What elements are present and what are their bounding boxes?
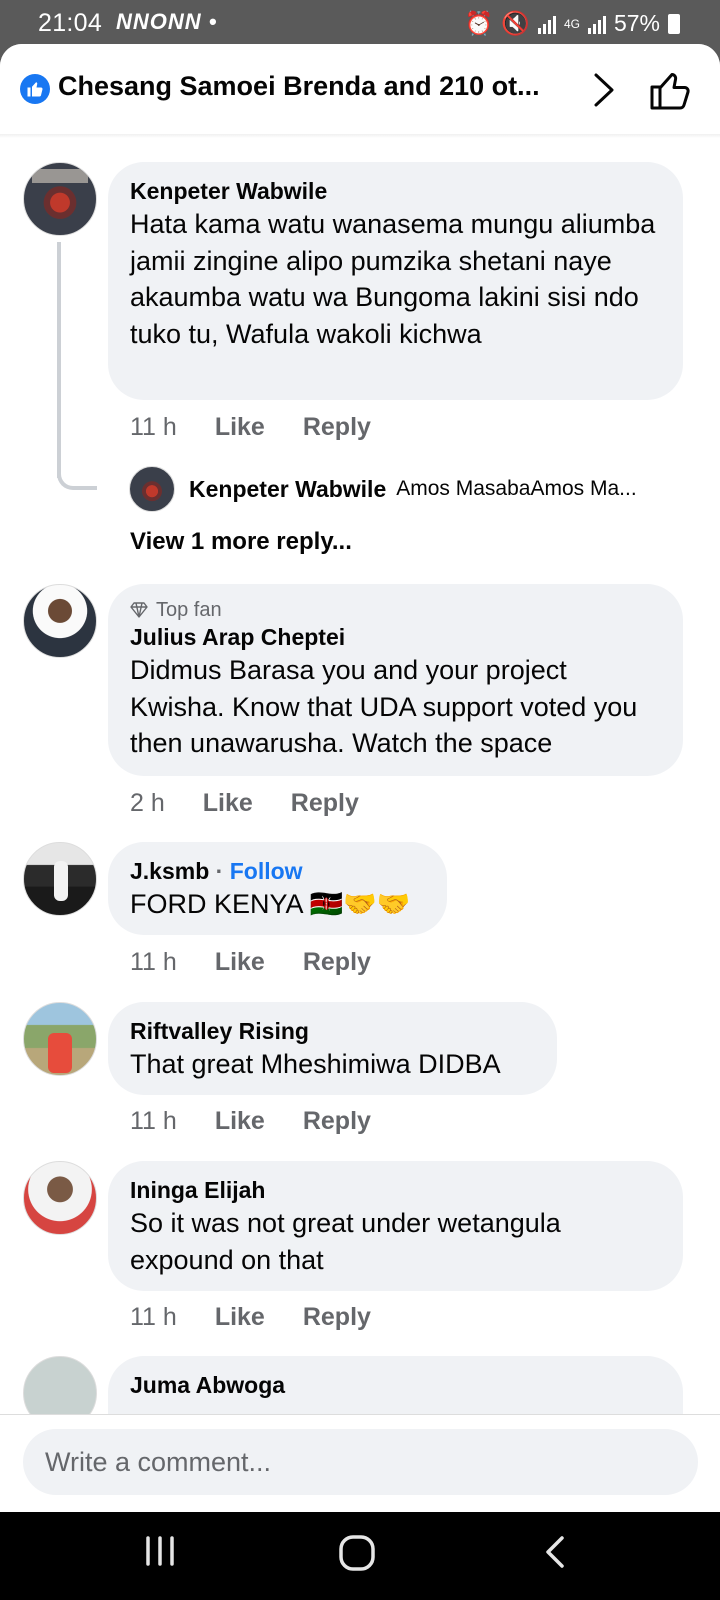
- mute-icon: 🔇: [501, 10, 530, 36]
- reactions-summary[interactable]: Chesang Samoei Brenda and 210 ot...: [58, 71, 568, 102]
- like-reaction-icon: [20, 74, 50, 104]
- comment-actions: 11 h Like Reply: [130, 1303, 409, 1332]
- signal-icon: [537, 14, 556, 34]
- back-icon[interactable]: [542, 1534, 568, 1575]
- reply-text-preview: Amos MasabaAmos Ma...: [396, 477, 637, 500]
- notification-icons: NNONN •: [116, 9, 218, 34]
- commenter-name[interactable]: Kenpeter Wabwile: [130, 176, 661, 206]
- comment-text: Didmus Barasa you and your project Kwish…: [130, 655, 638, 758]
- thread-connector: [57, 444, 97, 490]
- comment-actions: 11 h Like Reply: [130, 413, 409, 442]
- comment-text: FORD KENYA 🇰🇪🤝🤝: [130, 889, 411, 919]
- comment-bubble[interactable]: Kenpeter Wabwile Hata kama watu wanasema…: [108, 162, 683, 400]
- status-time: 21:04: [38, 9, 103, 37]
- reply-link[interactable]: Reply: [303, 1303, 371, 1332]
- like-link[interactable]: Like: [215, 413, 265, 442]
- alarm-icon: ⏰: [464, 10, 494, 36]
- comment-bubble[interactable]: Ininga Elijah So it was not great under …: [108, 1161, 683, 1291]
- comment-time[interactable]: 11 h: [130, 1107, 177, 1136]
- thread-line: [57, 242, 61, 478]
- commenter-name: J.ksmb · Follow: [130, 858, 303, 884]
- recent-apps-icon[interactable]: [144, 1534, 176, 1573]
- avatar[interactable]: [23, 584, 97, 658]
- reactions-header[interactable]: Chesang Samoei Brenda and 210 ot...: [0, 44, 720, 134]
- avatar: [129, 466, 175, 512]
- status-bar: 21:04 NNONN • ⏰ 🔇 4G 57%: [0, 0, 720, 46]
- comment-time[interactable]: 11 h: [130, 1303, 177, 1332]
- commenter-name[interactable]: Ininga Elijah: [130, 1175, 661, 1205]
- reply-link[interactable]: Reply: [303, 413, 371, 442]
- comment-input[interactable]: [23, 1429, 698, 1495]
- comment-bubble[interactable]: J.ksmb · Follow FORD KENYA 🇰🇪🤝🤝: [108, 842, 447, 935]
- network-4g-icon: 4G: [563, 16, 580, 31]
- like-link[interactable]: Like: [215, 1303, 265, 1332]
- home-icon[interactable]: [338, 1534, 376, 1577]
- comment-actions: 11 h Like Reply: [130, 948, 409, 977]
- avatar[interactable]: [23, 162, 97, 236]
- avatar[interactable]: [23, 1161, 97, 1235]
- reply-preview[interactable]: Kenpeter Wabwile Amos MasabaAmos Ma...: [129, 466, 637, 512]
- reply-link[interactable]: Reply: [303, 1107, 371, 1136]
- comment-composer: [0, 1414, 720, 1512]
- like-link[interactable]: Like: [215, 1107, 265, 1136]
- view-more-replies-link[interactable]: View 1 more reply...: [130, 528, 352, 556]
- comment-text: So it was not great under wetangula expo…: [130, 1208, 561, 1275]
- system-nav-bar: [0, 1512, 720, 1600]
- comments-list: Kenpeter Wabwile Hata kama watu wanasema…: [0, 44, 720, 1449]
- avatar[interactable]: [23, 1002, 97, 1076]
- comments-sheet: Chesang Samoei Brenda and 210 ot... Kenp…: [0, 44, 720, 1512]
- battery-percent: 57%: [613, 10, 660, 36]
- like-link[interactable]: Like: [215, 948, 265, 977]
- avatar[interactable]: [23, 842, 97, 916]
- commenter-name[interactable]: Riftvalley Rising: [130, 1016, 535, 1046]
- comment-bubble[interactable]: Top fan Julius Arap Cheptei Didmus Baras…: [108, 584, 683, 776]
- signal-icon-2: [587, 14, 606, 34]
- comment-actions: 11 h Like Reply: [130, 1107, 409, 1136]
- chevron-right-icon[interactable]: [588, 72, 618, 113]
- reply-link[interactable]: Reply: [291, 789, 359, 818]
- comment-time[interactable]: 11 h: [130, 948, 177, 977]
- top-fan-label: Top fan: [156, 599, 222, 621]
- system-indicators: ⏰ 🔇 4G 57%: [465, 10, 680, 37]
- diamond-icon: [130, 602, 148, 618]
- reply-author: Kenpeter Wabwile: [189, 475, 387, 502]
- comment-time[interactable]: 2 h: [130, 789, 165, 818]
- comment-time[interactable]: 11 h: [130, 413, 177, 442]
- reply-link[interactable]: Reply: [303, 948, 371, 977]
- comment-text: That great Mheshimiwa DIDBA: [130, 1049, 501, 1079]
- follow-button[interactable]: Follow: [230, 858, 303, 884]
- like-link[interactable]: Like: [203, 789, 253, 818]
- commenter-name[interactable]: Juma Abwoga: [130, 1370, 661, 1400]
- like-button-icon[interactable]: [648, 68, 692, 117]
- battery-icon: [668, 13, 680, 34]
- comment-actions: 2 h Like Reply: [130, 789, 397, 818]
- top-fan-badge: Top fan: [130, 598, 661, 622]
- comment-text: Hata kama watu wanasema mungu aliumba ja…: [130, 209, 656, 349]
- comment-bubble[interactable]: Riftvalley Rising That great Mheshimiwa …: [108, 1002, 557, 1095]
- commenter-name[interactable]: Julius Arap Cheptei: [130, 622, 661, 652]
- commenter-name-label[interactable]: J.ksmb: [130, 858, 209, 884]
